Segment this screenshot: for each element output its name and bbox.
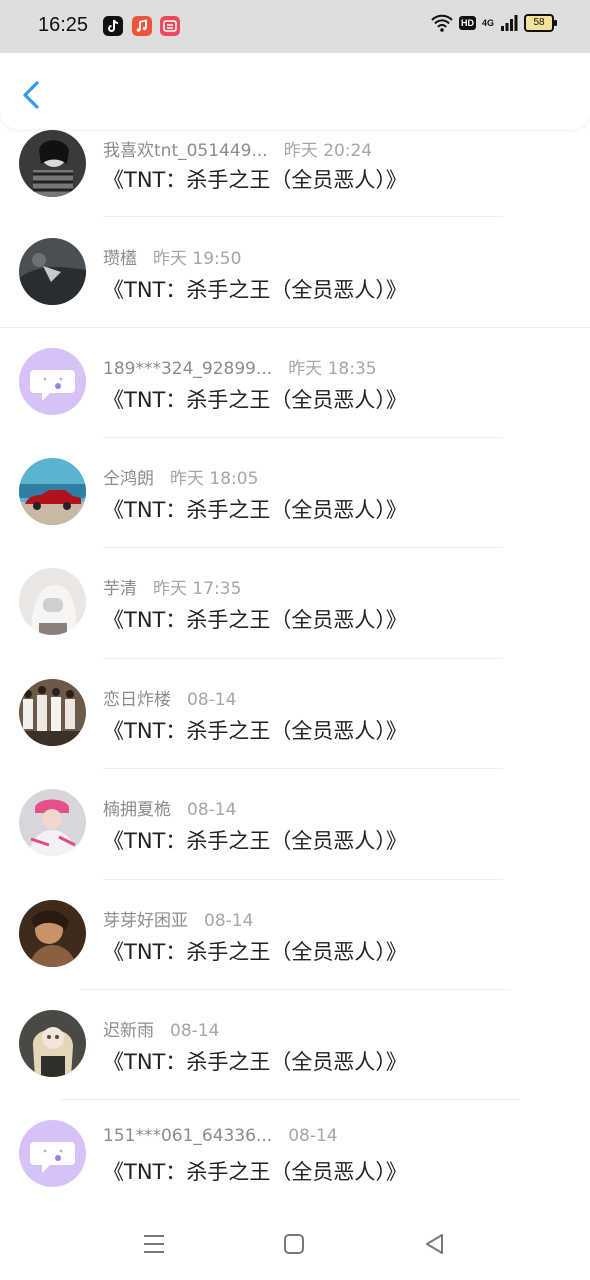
message-item[interactable]: 189***324_92899... 昨天 18:35 《TNT：杀手之王（全员… bbox=[0, 348, 590, 458]
message-time: 08-14 bbox=[288, 1126, 338, 1146]
message-text: 《TNT：杀手之王（全员恶人）》 bbox=[103, 1160, 407, 1184]
avatar[interactable] bbox=[19, 568, 86, 635]
message-text: 《TNT：杀手之王（全员恶人）》 bbox=[103, 278, 407, 302]
message-time: 昨天 20:24 bbox=[283, 141, 373, 161]
avatar-photo bbox=[19, 568, 86, 635]
avatar-photo bbox=[19, 1010, 86, 1077]
message-text: 《TNT：杀手之王（全员恶人）》 bbox=[103, 388, 407, 412]
sender-name: 恋日炸楼 bbox=[103, 690, 171, 710]
chevron-left-icon bbox=[23, 81, 39, 109]
back-triangle-icon bbox=[426, 1234, 443, 1254]
status-time: 16:25 bbox=[38, 14, 89, 36]
divider bbox=[103, 216, 503, 217]
divider bbox=[103, 437, 503, 438]
avatar[interactable] bbox=[19, 900, 86, 967]
avatar-photo bbox=[19, 130, 86, 197]
divider bbox=[0, 327, 590, 328]
nav-back-button[interactable] bbox=[421, 1230, 449, 1258]
message-item[interactable]: 瓒㯼 昨天 19:50 《TNT：杀手之王（全员恶人）》 bbox=[0, 238, 590, 348]
sender-name: 151***061_64336... bbox=[103, 1126, 273, 1146]
divider bbox=[103, 547, 503, 548]
message-item[interactable]: 仝鸿朗 昨天 18:05 《TNT：杀手之王（全员恶人）》 bbox=[0, 458, 590, 568]
message-item[interactable]: 楠拥夏桅 08-14 《TNT：杀手之王（全员恶人）》 bbox=[0, 789, 590, 899]
message-text: 《TNT：杀手之王（全员恶人）》 bbox=[103, 940, 407, 964]
back-button[interactable] bbox=[16, 77, 48, 113]
tiktok-icon bbox=[103, 16, 123, 36]
menu-button[interactable] bbox=[140, 1230, 168, 1258]
message-list[interactable]: 我喜欢tnt_051449... 昨天 20:24 《TNT：杀手之王（全员恶人… bbox=[0, 0, 590, 1210]
sender-name: 迟新雨 bbox=[103, 1021, 154, 1041]
message-time: 08-14 bbox=[187, 690, 237, 710]
message-time: 08-14 bbox=[170, 1021, 220, 1041]
battery-indicator: 58 bbox=[524, 14, 557, 32]
avatar-photo bbox=[19, 238, 86, 305]
message-text: 《TNT：杀手之王（全员恶人）》 bbox=[103, 719, 407, 743]
sender-name: 仝鸿朗 bbox=[103, 469, 154, 489]
sender-name: 楠拥夏桅 bbox=[103, 800, 171, 820]
sender-name: 189***324_92899... bbox=[103, 359, 273, 379]
avatar[interactable] bbox=[19, 130, 86, 197]
divider bbox=[103, 879, 503, 880]
message-item[interactable]: 迟新雨 08-14 《TNT：杀手之王（全员恶人）》 bbox=[0, 1010, 590, 1120]
app-header bbox=[0, 53, 590, 129]
home-square-icon bbox=[284, 1234, 304, 1254]
menu-icon bbox=[144, 1235, 164, 1253]
message-text: 《TNT：杀手之王（全员恶人）》 bbox=[103, 829, 407, 853]
sender-name: 我喜欢tnt_051449... bbox=[103, 141, 268, 161]
message-time: 昨天 19:50 bbox=[153, 249, 242, 269]
message-item[interactable]: 恋日炸楼 08-14 《TNT：杀手之王（全员恶人）》 bbox=[0, 679, 590, 789]
avatar-photo bbox=[19, 900, 86, 967]
sender-name: 芽芽好困亚 bbox=[103, 911, 188, 931]
message-text: 《TNT：杀手之王（全员恶人）》 bbox=[103, 608, 407, 632]
message-text: 《TNT：杀手之王（全员恶人）》 bbox=[103, 168, 407, 192]
wifi-icon bbox=[431, 14, 453, 32]
avatar[interactable] bbox=[19, 679, 86, 746]
avatar[interactable] bbox=[19, 238, 86, 305]
avatar[interactable] bbox=[19, 348, 86, 415]
message-item[interactable]: 我喜欢tnt_051449... 昨天 20:24 《TNT：杀手之王（全员恶人… bbox=[0, 130, 590, 240]
music-app-icon bbox=[132, 16, 152, 36]
message-time: 昨天 17:35 bbox=[153, 579, 242, 599]
message-item[interactable]: 芽芽好困亚 08-14 《TNT：杀手之王（全员恶人）》 bbox=[0, 900, 590, 1010]
avatar[interactable] bbox=[19, 789, 86, 856]
sender-name: 芋清 bbox=[103, 579, 137, 599]
divider bbox=[80, 989, 510, 990]
message-item[interactable]: 芋清 昨天 17:35 《TNT：杀手之王（全员恶人）》 bbox=[0, 568, 590, 678]
message-time: 08-14 bbox=[204, 911, 254, 931]
avatar[interactable] bbox=[19, 1120, 86, 1187]
home-button[interactable] bbox=[280, 1230, 308, 1258]
avatar-photo bbox=[19, 458, 86, 525]
avatar[interactable] bbox=[19, 458, 86, 525]
chat-bubble-avatar-icon bbox=[19, 1120, 86, 1187]
message-item[interactable]: 151***061_64336... 08-14 《TNT：杀手之王（全员恶人）… bbox=[0, 1120, 590, 1210]
avatar-photo bbox=[19, 789, 86, 856]
sender-name: 瓒㯼 bbox=[103, 249, 137, 269]
divider bbox=[103, 768, 503, 769]
message-time: 昨天 18:05 bbox=[170, 469, 259, 489]
chat-bubble-avatar-icon bbox=[19, 348, 86, 415]
divider bbox=[103, 658, 503, 659]
divider bbox=[60, 1099, 520, 1100]
message-text: 《TNT：杀手之王（全员恶人）》 bbox=[103, 1050, 407, 1074]
message-time: 昨天 18:35 bbox=[288, 359, 377, 379]
message-time: 08-14 bbox=[187, 800, 237, 820]
message-text: 《TNT：杀手之王（全员恶人）》 bbox=[103, 498, 407, 522]
status-bar: 16:25 HD 4G 58 bbox=[0, 0, 590, 53]
avatar-photo bbox=[19, 679, 86, 746]
avatar[interactable] bbox=[19, 1010, 86, 1077]
signal-icon bbox=[501, 15, 518, 31]
xiaohongshu-style-icon bbox=[160, 16, 180, 36]
hd-badge: HD bbox=[458, 16, 476, 30]
network-type: 4G bbox=[481, 18, 494, 28]
